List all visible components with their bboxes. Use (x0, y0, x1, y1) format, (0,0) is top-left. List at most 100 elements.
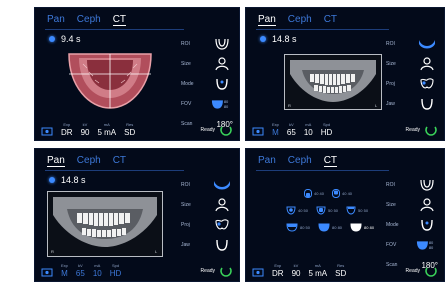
ready-ring-icon (425, 267, 437, 277)
arch-band-icon (211, 177, 233, 193)
teeth-icon (211, 217, 233, 233)
fov-option-80-80[interactable]: 80 80 (318, 223, 342, 232)
person-icon (416, 56, 438, 72)
tab-underline (45, 170, 184, 171)
kv-setting[interactable]: kV 65 (287, 122, 296, 137)
spd-setting[interactable]: Spd HD (110, 263, 122, 278)
panel-ct-fov: Pan Ceph CT 40 40 40 40 40 50 50 50 50 5… (245, 148, 445, 282)
patient-icon (41, 268, 53, 277)
mode-tabs: Pan Ceph CT (258, 14, 337, 26)
tab-ct[interactable]: CT (113, 155, 126, 167)
fov-option-40-50[interactable]: 40 50 (286, 206, 308, 215)
exposure-bar: Exp M kV 65 mA 10 Spd HD Ready (41, 260, 233, 278)
size-setting[interactable]: Size (181, 54, 233, 74)
patient-button[interactable] (41, 268, 53, 278)
mode-setting[interactable]: Mode (181, 74, 233, 94)
size-setting[interactable]: Size (386, 195, 438, 215)
jaw-u-icon (211, 76, 233, 92)
size-setting[interactable]: Size (181, 195, 233, 215)
res-setting[interactable]: Res SD (335, 263, 346, 278)
roi-setting[interactable]: ROI (181, 34, 233, 54)
fov-option-80-50[interactable]: 80 50 (286, 223, 310, 232)
proj-setting[interactable]: Proj (181, 215, 233, 235)
dental-arch-image[interactable] (65, 50, 155, 112)
mode-tabs: Pan Ceph CT (47, 14, 127, 26)
res-setting[interactable]: Res SD (124, 122, 135, 137)
kv-setting[interactable]: kV 90 (81, 122, 90, 137)
tab-underline (256, 29, 389, 30)
size-setting[interactable]: Size (386, 54, 438, 74)
ma-setting[interactable]: mA 10 (93, 263, 102, 278)
patient-icon (252, 127, 264, 136)
panoramic-xray-image[interactable]: R L (47, 191, 163, 257)
tab-ceph[interactable]: Ceph (288, 155, 312, 167)
ready-indicator: Ready (406, 264, 438, 278)
jaw-u-icon (416, 96, 438, 112)
exp-setting[interactable]: Exp M (61, 263, 68, 278)
fov-option-80-80-selected[interactable]: 80 80 (350, 223, 374, 232)
timer-dot-icon (49, 177, 55, 183)
roi-setting[interactable]: ROI (386, 34, 438, 54)
tab-ceph[interactable]: Ceph (288, 14, 312, 26)
arch-band-icon (416, 36, 438, 52)
jaw-setting[interactable]: Jaw (386, 94, 438, 114)
arch-outline-icon (211, 36, 233, 52)
roi-setting[interactable]: ROI (386, 175, 438, 195)
kv-setting[interactable]: kV 90 (292, 263, 301, 278)
patient-icon (41, 127, 53, 136)
tab-ceph[interactable]: Ceph (77, 155, 101, 167)
tab-underline (45, 29, 184, 30)
fov-option-40-40-b[interactable]: 40 40 (332, 189, 352, 198)
ma-setting[interactable]: mA 5 mA (97, 122, 116, 137)
fov-small-icon (332, 189, 341, 198)
tab-ceph[interactable]: Ceph (77, 14, 101, 26)
tab-pan[interactable]: Pan (258, 155, 276, 167)
fov-large-icon (318, 223, 330, 232)
patient-button[interactable] (41, 127, 53, 137)
ready-indicator: Ready (201, 123, 233, 137)
roi-setting[interactable]: ROI (181, 175, 233, 195)
exp-setting[interactable]: Exp M (272, 122, 279, 137)
tab-pan[interactable]: Pan (47, 155, 65, 167)
settings-sidebar: ROI Size Proj Jaw (386, 34, 438, 114)
fov-medium-icon (286, 206, 296, 215)
ready-ring-icon (220, 126, 232, 136)
exp-setting[interactable]: Exp DR (61, 122, 73, 137)
person-icon (211, 56, 233, 72)
ready-indicator: Ready (406, 123, 438, 137)
person-icon (211, 197, 233, 213)
tab-ct[interactable]: CT (112, 14, 127, 26)
patient-button[interactable] (252, 268, 264, 278)
fov-option-40-40[interactable]: 40 40 (304, 189, 324, 198)
jaw-setting[interactable]: Jaw (181, 235, 233, 255)
jaw-u-icon (416, 217, 438, 233)
panel-pan-top: Pan Ceph CT 14.8 s R L ROI Size Proj Jaw… (245, 7, 445, 141)
proj-setting[interactable]: Proj (386, 74, 438, 94)
ma-setting[interactable]: mA 5 mA (308, 263, 327, 278)
fov-medium-icon (346, 206, 356, 215)
ready-ring-icon (220, 267, 232, 277)
tab-ct[interactable]: CT (324, 14, 337, 26)
exposure-bar: Exp DR kV 90 mA 5 mA Res SD Ready (252, 260, 438, 278)
timer-value: 9.4 s (61, 34, 81, 44)
tab-ct[interactable]: CT (323, 155, 338, 167)
kv-setting[interactable]: kV 65 (76, 263, 85, 278)
timer-dot-icon (260, 36, 266, 42)
tab-pan[interactable]: Pan (47, 14, 65, 26)
exp-setting[interactable]: Exp DR (272, 263, 284, 278)
spd-setting[interactable]: Spd HD (321, 122, 333, 137)
svg-text:R: R (51, 249, 54, 254)
ma-setting[interactable]: mA 10 (304, 122, 313, 137)
mode-tabs: Pan Ceph CT (258, 155, 338, 167)
mode-tabs: Pan Ceph CT (47, 155, 126, 167)
fov-setting[interactable]: FOV 80 80 (386, 235, 438, 255)
panoramic-xray-image[interactable]: R L (284, 54, 382, 110)
settings-sidebar: ROI Size Proj Jaw (181, 175, 233, 255)
patient-button[interactable] (252, 127, 264, 137)
fov-option-50-50[interactable]: 50 50 (316, 206, 338, 215)
tab-pan[interactable]: Pan (258, 14, 276, 26)
fov-setting[interactable]: FOV 80 80 (181, 94, 233, 114)
fov-option-50-50-b[interactable]: 50 50 (346, 206, 368, 215)
timer-dot-icon (49, 36, 55, 42)
mode-setting[interactable]: Mode (386, 215, 438, 235)
